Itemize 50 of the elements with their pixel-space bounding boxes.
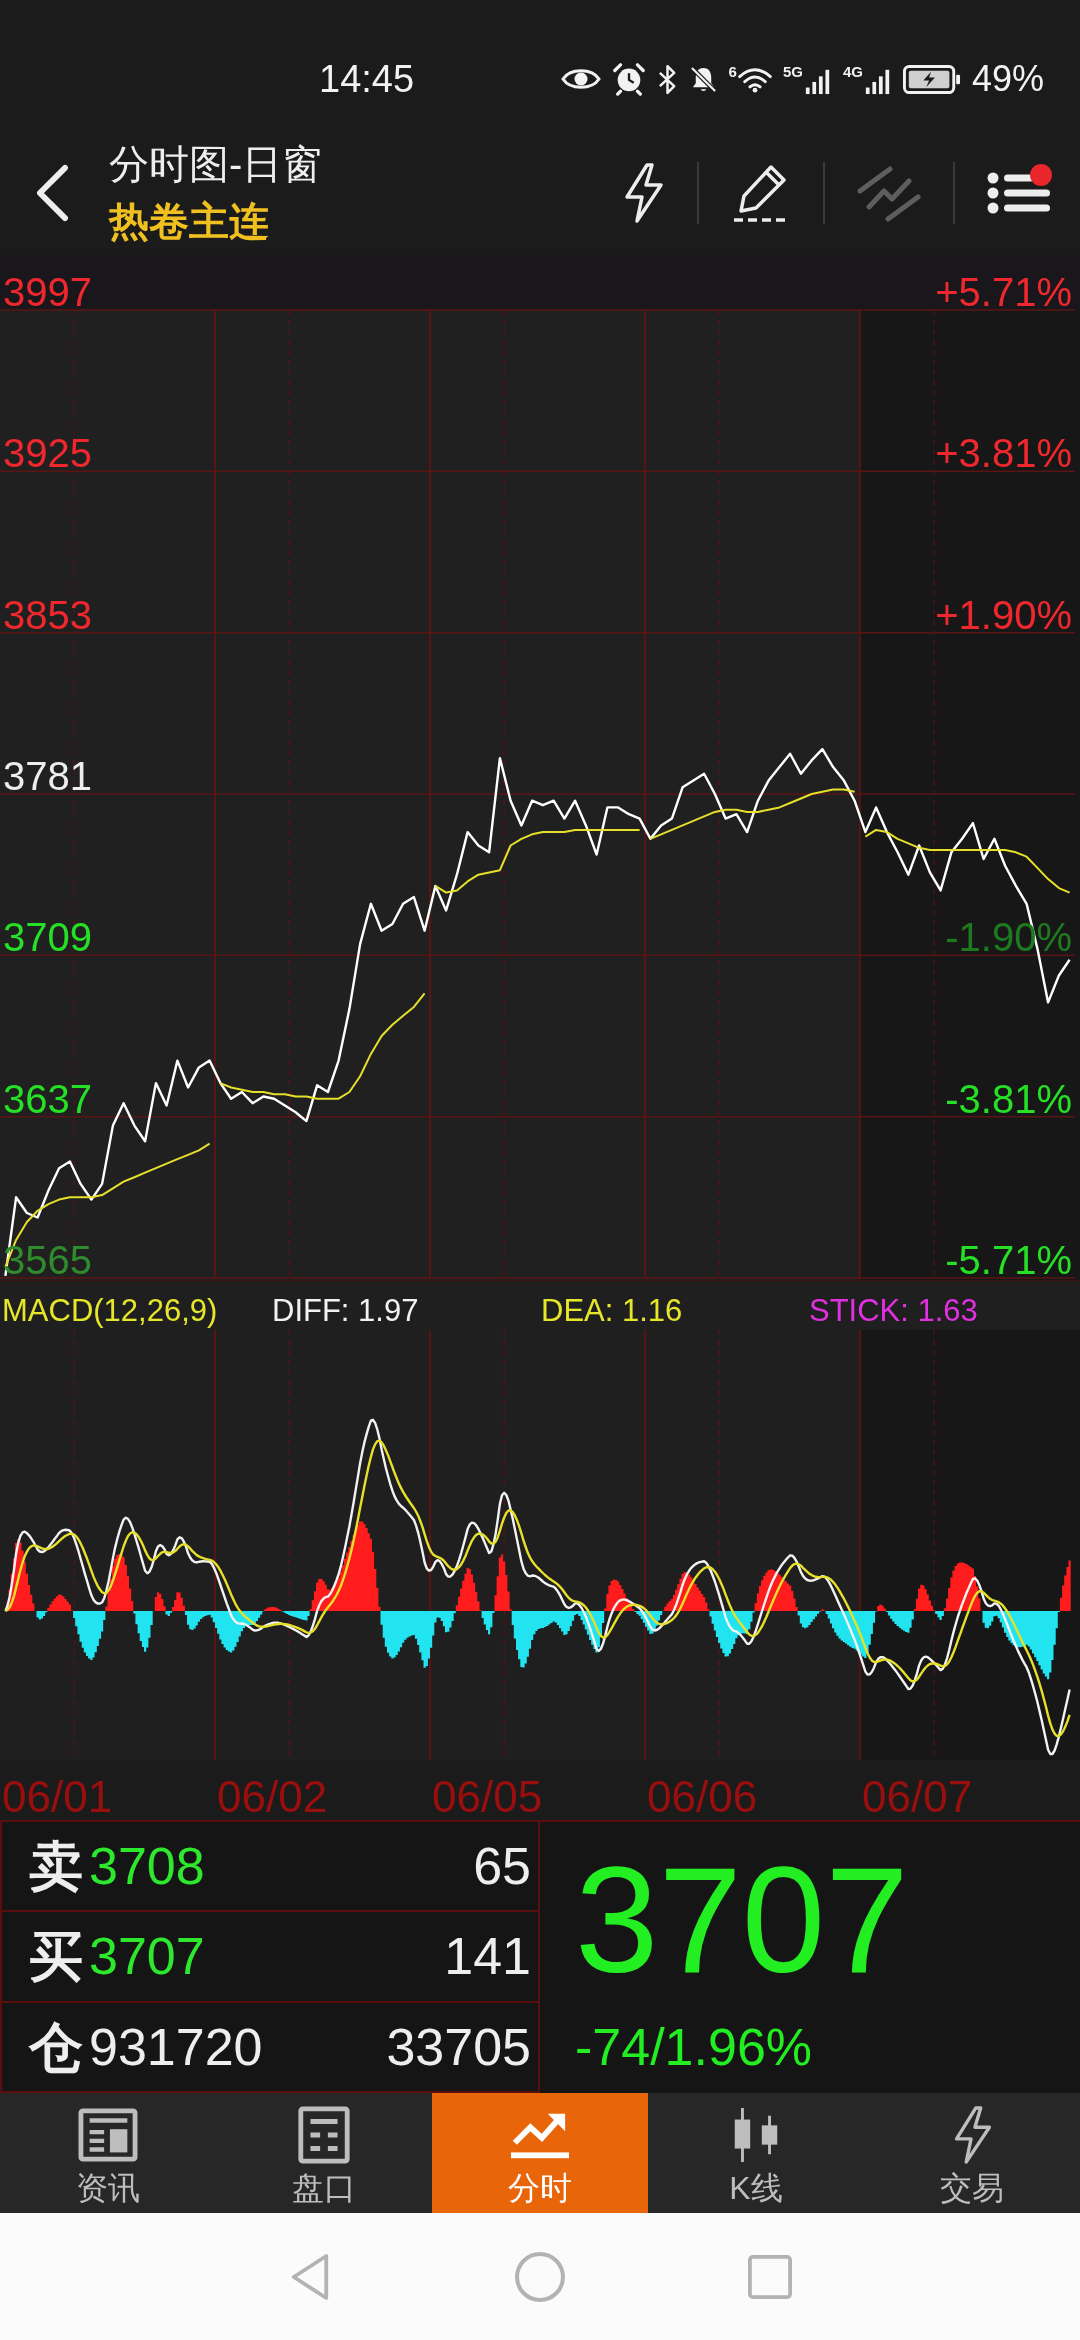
network-type-label: 5G	[782, 63, 803, 79]
wifi-icon	[737, 66, 772, 94]
price-axis-label: 3709	[3, 915, 92, 960]
bluetooth-icon	[656, 63, 678, 95]
contract-name: 热卷主连	[109, 197, 270, 245]
nav-tab[interactable]: 盘口	[216, 2093, 432, 2213]
lightning-icon[interactable]	[623, 162, 665, 223]
price-axis-label: 3781	[3, 754, 92, 798]
date-label: 06/06	[647, 1772, 758, 1820]
nav-tab[interactable]: K线	[648, 2093, 864, 2213]
diff-value: DIFF: 1.97	[272, 1291, 419, 1330]
volume-value: 141	[444, 1926, 531, 1987]
percent-axis-label: +3.81%	[935, 431, 1072, 476]
volume-value: 65	[473, 1836, 531, 1897]
date-label: 06/05	[432, 1772, 543, 1820]
page-title: 分时图-日窗	[109, 140, 323, 188]
muted-bell-icon	[688, 64, 718, 94]
percent-axis-label: +5.71%	[935, 270, 1072, 314]
date-label: 06/01	[2, 1772, 113, 1820]
price-axis-label: 3925	[3, 431, 92, 476]
stick-value: STICK: 1.63	[809, 1291, 978, 1330]
alarm-clock-icon	[611, 62, 646, 96]
row-label: 买	[29, 1926, 83, 1987]
price-axis-label: 3637	[3, 1076, 92, 1121]
percent-axis-label: +1.90%	[935, 592, 1072, 637]
nav-tab[interactable]: 交易	[864, 2093, 1080, 2213]
row-label: 仓	[29, 2016, 83, 2077]
volume-value: 33705	[386, 2016, 531, 2077]
price-value: 3707	[89, 1926, 205, 1987]
price-axis-label: 3997	[3, 270, 92, 314]
last-price: 3707	[575, 1845, 909, 1995]
row-label: 卖	[29, 1836, 83, 1897]
date-label: 06/07	[862, 1772, 973, 1820]
percent-axis-label: -5.71%	[945, 1238, 1072, 1280]
wifi-standard-label: 6	[728, 64, 737, 79]
newspaper-icon	[76, 2106, 140, 2164]
dea-value: DEA: 1.16	[541, 1291, 683, 1330]
price-value: 3708	[89, 1836, 205, 1897]
nav-tab[interactable]: 资讯	[0, 2093, 216, 2213]
price-value: 931720	[89, 2016, 263, 2077]
macd-title: MACD(12,26,9)	[2, 1291, 218, 1330]
battery-percent: 49%	[971, 59, 1044, 99]
percent-axis-label: -3.81%	[945, 1076, 1072, 1121]
date-label: 06/02	[217, 1772, 328, 1820]
menu-icon[interactable]	[987, 171, 1051, 214]
network-type-label: 4G	[842, 63, 863, 79]
price-change: -74/1.96%	[575, 2021, 813, 2073]
price-axis-label: 3853	[3, 592, 92, 637]
clock-time: 14:45	[319, 58, 415, 100]
battery-charging-icon	[902, 64, 961, 94]
